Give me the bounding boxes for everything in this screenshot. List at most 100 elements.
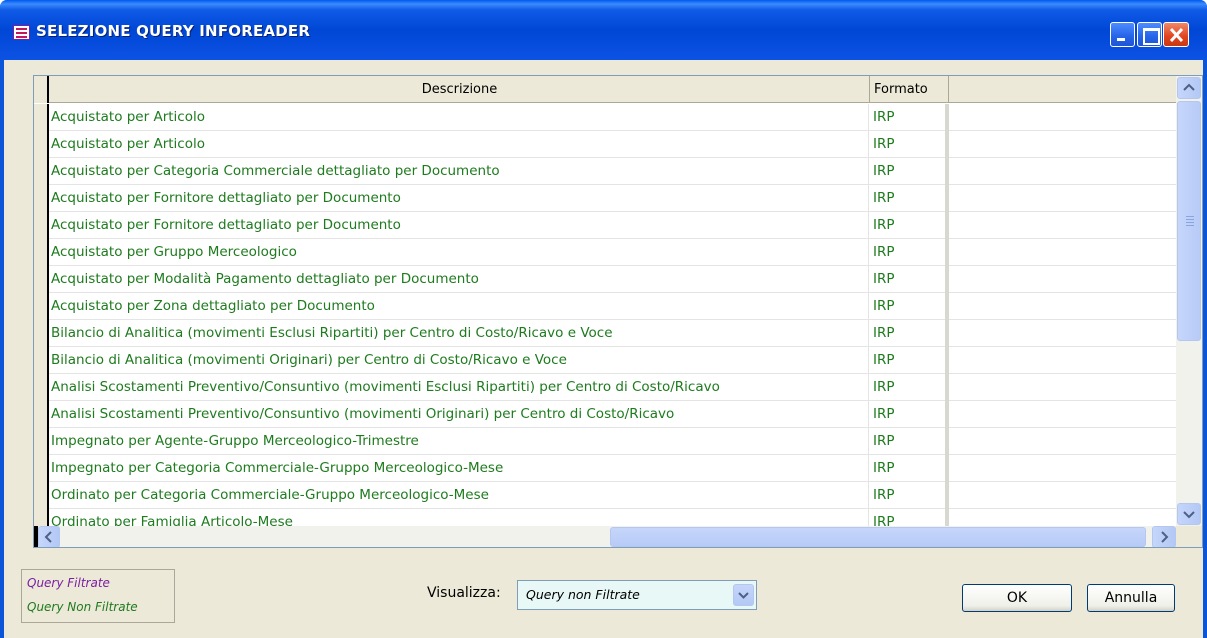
row-indicator[interactable] bbox=[34, 428, 49, 455]
chevron-right-icon bbox=[1161, 531, 1169, 543]
row-indicator[interactable] bbox=[34, 131, 49, 158]
dialog-client-area: Descrizione Formato Acquistato per Artic… bbox=[4, 60, 1203, 638]
chevron-left-icon bbox=[44, 531, 52, 543]
table-row[interactable]: Acquistato per Zona dettagliato per Docu… bbox=[34, 293, 1176, 320]
row-extra-cell bbox=[953, 293, 1176, 320]
title-bar[interactable]: SELEZIONE QUERY INFOREADER bbox=[0, 0, 1207, 60]
row-description: Acquistato per Fornitore dettagliato per… bbox=[51, 212, 869, 239]
row-indicator[interactable] bbox=[34, 104, 49, 131]
row-indicator[interactable] bbox=[34, 401, 49, 428]
row-indicator[interactable] bbox=[34, 320, 49, 347]
vertical-scrollbar[interactable] bbox=[1176, 76, 1202, 526]
legend-filtered: Query Filtrate bbox=[27, 576, 110, 590]
row-extra-cell bbox=[953, 482, 1176, 509]
row-indicator[interactable] bbox=[34, 347, 49, 374]
table-row[interactable]: Acquistato per Fornitore dettagliato per… bbox=[34, 212, 1176, 239]
row-description: Acquistato per Zona dettagliato per Docu… bbox=[51, 293, 869, 320]
window-title: SELEZIONE QUERY INFOREADER bbox=[36, 22, 311, 40]
view-select-value: Query non Filtrate bbox=[526, 587, 640, 602]
row-extra-cell bbox=[953, 239, 1176, 266]
table-row[interactable]: Acquistato per Articolo IRP bbox=[34, 104, 1176, 131]
row-format: IRP bbox=[871, 374, 949, 401]
row-extra-cell bbox=[953, 374, 1176, 401]
row-indicator[interactable] bbox=[34, 158, 49, 185]
scroll-down-button[interactable] bbox=[1177, 503, 1201, 525]
table-row[interactable]: Ordinato per Categoria Commerciale-Grupp… bbox=[34, 482, 1176, 509]
row-indicator[interactable] bbox=[34, 482, 49, 509]
row-extra-cell bbox=[953, 104, 1176, 131]
horizontal-scroll-thumb[interactable] bbox=[610, 527, 1146, 547]
legend-box: Query Filtrate Query Non Filtrate bbox=[21, 569, 175, 623]
app-icon bbox=[13, 25, 30, 40]
row-extra-cell bbox=[953, 131, 1176, 158]
maximize-button[interactable] bbox=[1137, 22, 1162, 47]
table-row[interactable]: Bilancio di Analitica (movimenti Esclusi… bbox=[34, 320, 1176, 347]
table-row[interactable]: Impegnato per Categoria Commerciale-Grup… bbox=[34, 455, 1176, 482]
scrollbar-corner bbox=[1176, 526, 1202, 547]
table-row[interactable]: Bilancio di Analitica (movimenti Origina… bbox=[34, 347, 1176, 374]
row-description: Ordinato per Categoria Commerciale-Grupp… bbox=[51, 482, 869, 509]
row-extra-cell bbox=[953, 185, 1176, 212]
scroll-up-button[interactable] bbox=[1177, 77, 1201, 99]
row-indicator[interactable] bbox=[34, 239, 49, 266]
row-indicator[interactable] bbox=[34, 293, 49, 320]
row-indicator[interactable] bbox=[34, 185, 49, 212]
row-indicator[interactable] bbox=[34, 266, 49, 293]
row-indicator[interactable] bbox=[34, 455, 49, 482]
legend-unfiltered: Query Non Filtrate bbox=[27, 600, 138, 614]
row-extra-cell bbox=[953, 455, 1176, 482]
row-indicator[interactable] bbox=[34, 212, 49, 239]
row-format: IRP bbox=[871, 428, 949, 455]
row-description: Impegnato per Categoria Commerciale-Grup… bbox=[51, 455, 869, 482]
dialog-window: SELEZIONE QUERY INFOREADER Descrizione F… bbox=[0, 0, 1207, 638]
row-description: Acquistato per Gruppo Merceologico bbox=[51, 239, 869, 266]
horizontal-scrollbar[interactable] bbox=[34, 526, 1202, 547]
row-format: IRP bbox=[871, 293, 949, 320]
cancel-button[interactable]: Annulla bbox=[1087, 584, 1175, 612]
row-indicator-header bbox=[34, 76, 49, 103]
row-format: IRP bbox=[871, 266, 949, 293]
view-select[interactable]: Query non Filtrate bbox=[517, 580, 757, 610]
row-description: Analisi Scostamenti Preventivo/Consuntiv… bbox=[51, 401, 869, 428]
view-label: Visualizza: bbox=[427, 585, 501, 601]
table-row[interactable]: Acquistato per Modalità Pagamento dettag… bbox=[34, 266, 1176, 293]
grid-rows: Acquistato per Articolo IRP Acquistato per… bbox=[34, 104, 1176, 536]
row-description: Acquistato per Categoria Commerciale det… bbox=[51, 158, 869, 185]
row-description: Bilancio di Analitica (movimenti Origina… bbox=[51, 347, 869, 374]
scroll-right-button[interactable] bbox=[1152, 526, 1176, 547]
close-button[interactable] bbox=[1163, 22, 1189, 47]
minimize-button[interactable] bbox=[1110, 22, 1135, 47]
row-description: Analisi Scostamenti Preventivo/Consuntiv… bbox=[51, 374, 869, 401]
close-icon bbox=[1169, 28, 1184, 42]
row-format: IRP bbox=[871, 158, 949, 185]
row-format: IRP bbox=[871, 401, 949, 428]
table-row[interactable]: Acquistato per Articolo IRP bbox=[34, 131, 1176, 158]
scroll-left-button[interactable] bbox=[38, 526, 60, 547]
view-select-dropdown-button[interactable] bbox=[733, 584, 754, 606]
row-extra-cell bbox=[953, 428, 1176, 455]
row-format: IRP bbox=[871, 131, 949, 158]
chevron-down-icon bbox=[1183, 511, 1195, 519]
table-row[interactable]: Acquistato per Gruppo Merceologico IRP bbox=[34, 239, 1176, 266]
query-grid: Descrizione Formato Acquistato per Artic… bbox=[33, 75, 1203, 548]
row-description: Acquistato per Articolo bbox=[51, 131, 869, 158]
column-header-descrizione[interactable]: Descrizione bbox=[50, 76, 870, 103]
row-format: IRP bbox=[871, 212, 949, 239]
vertical-scroll-thumb[interactable] bbox=[1177, 101, 1201, 341]
table-row[interactable]: Analisi Scostamenti Preventivo/Consuntiv… bbox=[34, 374, 1176, 401]
row-format: IRP bbox=[871, 239, 949, 266]
row-format: IRP bbox=[871, 455, 949, 482]
row-format: IRP bbox=[871, 347, 949, 374]
row-extra-cell bbox=[953, 158, 1176, 185]
row-extra-cell bbox=[953, 212, 1176, 239]
row-description: Impegnato per Agente-Gruppo Merceologico… bbox=[51, 428, 869, 455]
table-row[interactable]: Analisi Scostamenti Preventivo/Consuntiv… bbox=[34, 401, 1176, 428]
ok-button[interactable]: OK bbox=[962, 584, 1072, 612]
column-header-formato[interactable]: Formato bbox=[871, 76, 949, 103]
row-extra-cell bbox=[953, 320, 1176, 347]
row-indicator[interactable] bbox=[34, 374, 49, 401]
table-row[interactable]: Acquistato per Categoria Commerciale det… bbox=[34, 158, 1176, 185]
column-header-extra[interactable] bbox=[950, 76, 1176, 103]
table-row[interactable]: Impegnato per Agente-Gruppo Merceologico… bbox=[34, 428, 1176, 455]
table-row[interactable]: Acquistato per Fornitore dettagliato per… bbox=[34, 185, 1176, 212]
